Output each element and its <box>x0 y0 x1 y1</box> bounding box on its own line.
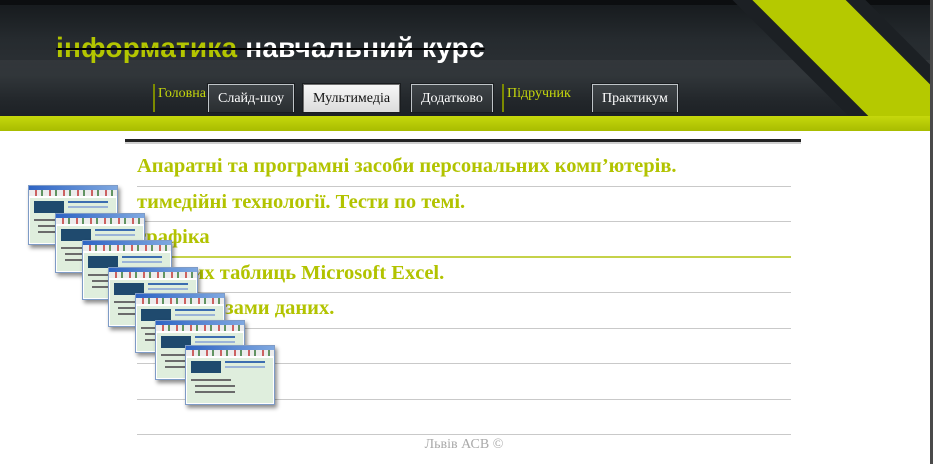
site-header: інформатика навчальний курс Головна Слай… <box>0 0 930 116</box>
site-title-part2: навчальний курс <box>245 32 485 63</box>
header-accent-stripe <box>0 116 930 131</box>
nav-item-home[interactable]: Головна <box>153 84 206 112</box>
footer-copyright: Львів АСВ © <box>424 437 504 452</box>
nav-item-practicum[interactable]: Практикум <box>592 84 678 112</box>
course-item-multimedia[interactable]: тимедійні технології. Тести по темі. <box>137 187 791 222</box>
nav-item-multimedia[interactable]: Мультимедіа <box>303 84 401 112</box>
content-sub-border <box>125 142 801 144</box>
course-item-hardware-software[interactable]: Апаратні та програмні засоби персональни… <box>137 151 791 187</box>
course-item-excel[interactable]: тронних таблиць Microsoft Excel. <box>137 258 791 293</box>
site-title[interactable]: інформатика навчальний курс <box>56 32 485 64</box>
nav-item-slideshow[interactable]: Слайд-шоу <box>208 84 295 112</box>
nav-item-textbook[interactable]: Підручник <box>502 84 571 112</box>
site-title-part1: інформатика <box>56 32 238 63</box>
screenshot-window[interactable] <box>185 345 275 405</box>
course-item-graphics[interactable]: графіка <box>137 222 791 258</box>
nav-item-extra[interactable]: Додатково <box>411 84 493 112</box>
footer-divider <box>137 434 791 435</box>
